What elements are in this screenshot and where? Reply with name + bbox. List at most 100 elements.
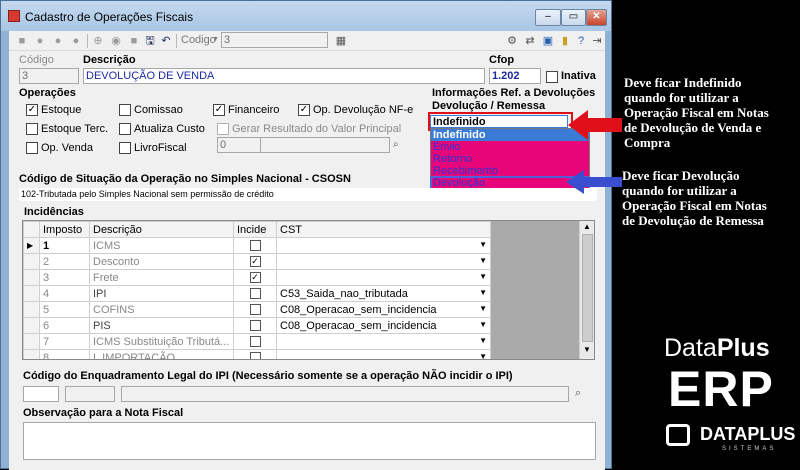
- row-selector[interactable]: [23, 333, 40, 350]
- estoque-checkbox[interactable]: ✓: [26, 104, 38, 116]
- descricao-cell[interactable]: Desconto: [89, 253, 234, 270]
- table-row[interactable]: ▶ 1 ICMS ▼: [23, 237, 491, 254]
- codigo-field[interactable]: 3: [19, 68, 79, 84]
- grid-scrollbar[interactable]: ▲ ▼: [579, 221, 594, 359]
- search-go-icon[interactable]: ▦: [334, 34, 348, 48]
- column-header-descricao[interactable]: Descrição: [89, 221, 234, 238]
- incide-cell[interactable]: [233, 285, 277, 302]
- table-row[interactable]: 7 ICMS Substituição Tributá... ▼: [23, 333, 491, 350]
- incide-checkbox[interactable]: [249, 352, 261, 359]
- table-row[interactable]: 4 IPI C53_Saida_nao_tributada ▼: [23, 285, 491, 302]
- incide-cell[interactable]: [233, 349, 277, 359]
- next-record-icon[interactable]: ●: [51, 34, 65, 48]
- incide-checkbox[interactable]: [249, 240, 261, 252]
- cst-cell[interactable]: ▼: [276, 269, 491, 286]
- incide-checkbox[interactable]: [249, 304, 261, 316]
- comissao-checkbox[interactable]: [119, 104, 131, 116]
- row-selector[interactable]: [23, 269, 40, 286]
- table-row[interactable]: 5 COFINS C08_Operacao_sem_incidencia ▼: [23, 301, 491, 318]
- imposto-cell[interactable]: 8: [39, 349, 90, 359]
- descricao-cell[interactable]: Frete: [89, 269, 234, 286]
- imposto-cell[interactable]: 3: [39, 269, 90, 286]
- enquadramento-desc-field[interactable]: [65, 386, 115, 402]
- cst-cell[interactable]: ▼: [276, 237, 491, 254]
- cst-cell[interactable]: C53_Saida_nao_tributada ▼: [276, 285, 491, 302]
- edit-record-icon[interactable]: ◉: [109, 34, 123, 48]
- cst-cell[interactable]: ▼: [276, 349, 491, 359]
- row-selector[interactable]: [23, 285, 40, 302]
- descricao-cell[interactable]: ICMS: [89, 237, 234, 254]
- inativa-checkbox[interactable]: [546, 71, 558, 83]
- cst-cell[interactable]: C08_Operacao_sem_incidencia ▼: [276, 301, 491, 318]
- cst-cell[interactable]: ▼: [276, 333, 491, 350]
- atualiza-custo-checkbox[interactable]: [119, 123, 131, 135]
- descricao-field[interactable]: DEVOLUÇÃO DE VENDA: [83, 68, 485, 84]
- search-input[interactable]: 3: [221, 32, 328, 48]
- imposto-cell[interactable]: 1: [39, 237, 90, 254]
- chevron-down-icon[interactable]: ▼: [479, 320, 487, 329]
- enquadramento-search-icon[interactable]: ⌕: [575, 387, 581, 400]
- descricao-cell[interactable]: IPI: [89, 285, 234, 302]
- incide-cell[interactable]: [233, 237, 277, 254]
- livro-fiscal-checkbox[interactable]: [119, 142, 131, 154]
- column-header-incide[interactable]: Incide: [233, 221, 277, 238]
- lock-icon[interactable]: ▮: [558, 34, 572, 48]
- scroll-up-icon[interactable]: ▲: [583, 222, 591, 231]
- incide-checkbox[interactable]: [249, 288, 261, 300]
- chevron-down-icon[interactable]: ▼: [479, 304, 487, 313]
- row-selector[interactable]: [23, 349, 40, 359]
- descricao-cell[interactable]: COFINS: [89, 301, 234, 318]
- incide-checkbox[interactable]: [249, 320, 261, 332]
- search-field-dropdown-icon[interactable]: ▼: [212, 36, 219, 43]
- imposto-cell[interactable]: 6: [39, 317, 90, 334]
- chevron-down-icon[interactable]: ▼: [479, 256, 487, 265]
- last-record-icon[interactable]: ●: [69, 34, 83, 48]
- enquadramento-lookup-field[interactable]: [121, 386, 569, 402]
- chevron-down-icon[interactable]: ▼: [479, 272, 487, 281]
- incide-cell[interactable]: ✓: [233, 253, 277, 270]
- cst-cell[interactable]: ▼: [276, 253, 491, 270]
- first-record-icon[interactable]: ■: [15, 34, 29, 48]
- delete-record-icon[interactable]: ■: [127, 34, 141, 48]
- incide-cell[interactable]: [233, 333, 277, 350]
- previous-record-icon[interactable]: ●: [33, 34, 47, 48]
- csosn-field[interactable]: 102-Tributada pelo Simples Nacional sem …: [19, 188, 597, 201]
- imposto-cell[interactable]: 4: [39, 285, 90, 302]
- enquadramento-code-field[interactable]: [23, 386, 59, 402]
- row-selector[interactable]: [23, 317, 40, 334]
- descricao-cell[interactable]: ICMS Substituição Tributá...: [89, 333, 234, 350]
- imposto-cell[interactable]: 2: [39, 253, 90, 270]
- binoculars-icon[interactable]: ⌕: [393, 139, 399, 150]
- gerar-resultado-checkbox[interactable]: [217, 123, 229, 135]
- scroll-down-icon[interactable]: ▼: [583, 345, 591, 354]
- imposto-cell[interactable]: 7: [39, 333, 90, 350]
- table-row[interactable]: 8 I. IMPORTAÇÃO ▼: [23, 349, 491, 359]
- scroll-thumb[interactable]: [582, 234, 593, 342]
- row-selector[interactable]: ▶: [23, 237, 40, 254]
- valor-principal-field[interactable]: 0: [217, 137, 262, 153]
- undo-icon[interactable]: ↶: [159, 34, 173, 48]
- tools-icon[interactable]: ⚙: [505, 34, 519, 48]
- op-venda-checkbox[interactable]: [26, 142, 38, 154]
- chevron-down-icon[interactable]: ▼: [479, 336, 487, 345]
- estoque-terc-checkbox[interactable]: [26, 123, 38, 135]
- descricao-cell[interactable]: PIS: [89, 317, 234, 334]
- chevron-down-icon[interactable]: ▼: [479, 352, 487, 359]
- financeiro-checkbox[interactable]: ✓: [213, 104, 225, 116]
- incide-cell[interactable]: ✓: [233, 269, 277, 286]
- chevron-down-icon[interactable]: ▼: [479, 240, 487, 249]
- incide-cell[interactable]: [233, 301, 277, 318]
- incide-checkbox[interactable]: ✓: [249, 256, 261, 268]
- exit-icon[interactable]: ⇥: [590, 34, 604, 48]
- op-devolucao-checkbox[interactable]: ✓: [298, 104, 310, 116]
- print-icon[interactable]: ▣: [541, 34, 555, 48]
- descricao-cell[interactable]: I. IMPORTAÇÃO: [89, 349, 234, 359]
- column-header-imposto[interactable]: Imposto: [39, 221, 90, 238]
- incide-checkbox[interactable]: ✓: [249, 272, 261, 284]
- row-selector[interactable]: [23, 301, 40, 318]
- close-button[interactable]: ✕: [586, 9, 607, 26]
- observacao-textarea[interactable]: [23, 422, 596, 460]
- new-record-icon[interactable]: ⊕: [91, 34, 105, 48]
- cfop-field[interactable]: 1.202: [489, 68, 541, 84]
- table-row[interactable]: 3 Frete ✓ ▼: [23, 269, 491, 286]
